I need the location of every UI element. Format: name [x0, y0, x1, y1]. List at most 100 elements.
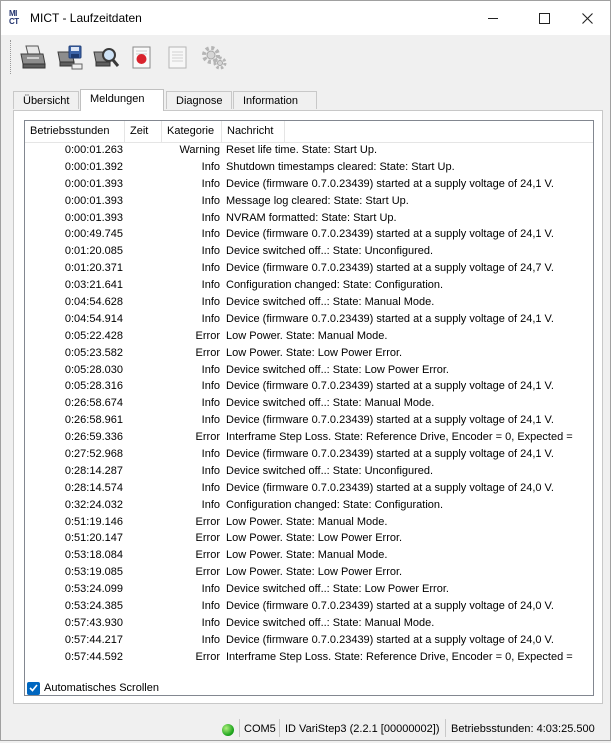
- preview-button[interactable]: [89, 40, 121, 74]
- cell-kategorie: Info: [201, 633, 220, 646]
- cell-kategorie: Info: [201, 194, 220, 207]
- message-list[interactable]: Betriebsstunden Zeit Kategorie Nachricht…: [24, 120, 594, 696]
- status-device-id: ID VariStep3 (2.2.1 [00000002]): [285, 723, 440, 735]
- table-row[interactable]: 0:53:18.084 Error Low Power. State: Manual…: [25, 547, 593, 564]
- cell-betriebsstunden: 0:26:59.336: [64, 431, 123, 444]
- cell-kategorie: Warning: [179, 144, 220, 156]
- table-row[interactable]: 0:00:01.393 Info Device (firmware 0.7.0.23…: [25, 176, 593, 193]
- table-row[interactable]: 0:28:14.287 Info Device switched off..: St…: [25, 463, 593, 480]
- table-row[interactable]: 0:57:44.217 Info Device (firmware 0.7.0.23…: [25, 632, 593, 649]
- table-row[interactable]: 0:51:20.147 Error Low Power. State: Low Po…: [25, 530, 593, 547]
- close-button[interactable]: [564, 1, 610, 35]
- table-row[interactable]: 0:00:01.392 Info Shutdown timestamps clear…: [25, 159, 593, 176]
- maximize-button[interactable]: [521, 1, 567, 35]
- cell-kategorie: Info: [201, 481, 220, 494]
- tab-meldungen[interactable]: Meldungen: [80, 89, 164, 111]
- table-row[interactable]: 0:26:59.336 Error Interframe Step Loss. St…: [25, 429, 593, 446]
- table-row[interactable]: 0:26:58.674 Info Device switched off..: St…: [25, 395, 593, 412]
- table-row[interactable]: 0:57:43.930 Info Device switched off..: St…: [25, 615, 593, 632]
- table-row[interactable]: 0:00:01.263 Warning Reset life time. State…: [25, 142, 593, 159]
- table-row[interactable]: 0:04:54.914 Info Device (firmware 0.7.0.23…: [25, 311, 593, 328]
- cell-kategorie: Error: [195, 566, 220, 579]
- table-row[interactable]: 0:04:54.628 Info Device switched off..: St…: [25, 294, 593, 311]
- status-separator: [279, 719, 280, 737]
- document-icon: [168, 46, 187, 69]
- table-row[interactable]: 0:03:21.641 Info Configuration changed: St…: [25, 277, 593, 294]
- table-row[interactable]: 0:01:20.371 Info Device (firmware 0.7.0.23…: [25, 260, 593, 277]
- cell-betriebsstunden: 0:51:20.147: [64, 532, 123, 545]
- cell-betriebsstunden: 0:53:18.084: [64, 549, 123, 562]
- column-header-zeit[interactable]: Zeit: [125, 121, 162, 142]
- minimize-button[interactable]: [470, 1, 516, 35]
- cell-kategorie: Info: [201, 600, 220, 613]
- checkbox-checked-icon[interactable]: [27, 681, 40, 695]
- app-window: MI CT MICT - Laufzeitdaten Übersicht Mel…: [0, 0, 611, 741]
- table-row[interactable]: 0:32:24.032 Info Configuration changed: St…: [25, 497, 593, 514]
- cell-kategorie: Error: [195, 346, 220, 359]
- tab-uebersicht[interactable]: Übersicht: [13, 91, 79, 109]
- print-button[interactable]: [17, 40, 49, 74]
- cell-nachricht: Device (firmware 0.7.0.23439) started at…: [226, 414, 554, 427]
- cell-betriebsstunden: 0:00:01.393: [64, 177, 123, 190]
- table-row[interactable]: 0:53:24.385 Info Device (firmware 0.7.0.23…: [25, 598, 593, 615]
- cell-betriebsstunden: 0:32:24.032: [64, 498, 123, 511]
- cell-betriebsstunden: 0:53:24.099: [64, 583, 123, 596]
- table-row[interactable]: 0:28:14.574 Info Device (firmware 0.7.0.23…: [25, 480, 593, 497]
- table-row[interactable]: 0:57:44.592 Error Interframe Step Loss. St…: [25, 649, 593, 666]
- cell-betriebsstunden: 0:00:01.393: [64, 211, 123, 224]
- cell-nachricht: Device (firmware 0.7.0.23439) started at…: [226, 633, 554, 646]
- table-row[interactable]: 0:00:49.745 Info Device (firmware 0.7.0.23…: [25, 226, 593, 243]
- cell-betriebsstunden: 0:28:14.574: [64, 481, 123, 494]
- cell-betriebsstunden: 0:57:44.217: [64, 633, 123, 646]
- cell-nachricht: Message log cleared: State: Start Up.: [226, 194, 409, 207]
- status-separator: [239, 719, 240, 737]
- column-header-nachricht[interactable]: Nachricht: [222, 121, 285, 142]
- table-row[interactable]: 0:05:22.428 Error Low Power. State: Manual…: [25, 328, 593, 345]
- cell-betriebsstunden: 0:53:24.385: [64, 600, 123, 613]
- table-row[interactable]: 0:00:01.393 Info Message log cleared: Stat…: [25, 193, 593, 210]
- table-row[interactable]: 0:01:20.085 Info Device switched off..: St…: [25, 243, 593, 260]
- table-row[interactable]: 0:05:28.316 Info Device (firmware 0.7.0.23…: [25, 378, 593, 395]
- cell-nachricht: Device (firmware 0.7.0.23439) started at…: [226, 380, 554, 393]
- cell-betriebsstunden: 0:57:44.592: [64, 650, 123, 663]
- cell-betriebsstunden: 0:01:20.085: [64, 245, 123, 258]
- cell-kategorie: Info: [201, 312, 220, 325]
- table-row[interactable]: 0:00:01.393 Info NVRAM formatted: State: S…: [25, 210, 593, 227]
- cell-kategorie: Error: [195, 329, 220, 342]
- minimize-icon: [488, 17, 498, 19]
- column-header-betriebsstunden[interactable]: Betriebsstunden: [25, 121, 125, 142]
- autoscroll-checkbox[interactable]: Automatisches Scrollen: [27, 681, 159, 695]
- cell-kategorie: Info: [201, 177, 220, 190]
- tab-information[interactable]: Information: [233, 91, 317, 109]
- cell-nachricht: Low Power. State: Manual Mode.: [226, 549, 388, 562]
- cell-betriebsstunden: 0:28:14.287: [64, 464, 123, 477]
- toolbar-grip[interactable]: [10, 40, 13, 74]
- maximize-icon: [538, 12, 550, 24]
- table-row[interactable]: 0:53:19.085 Error Low Power. State: Low Po…: [25, 564, 593, 581]
- cell-kategorie: Info: [201, 363, 220, 376]
- cell-nachricht: NVRAM formatted: State: Start Up.: [226, 211, 397, 224]
- settings-gear-icon: [202, 46, 227, 70]
- table-row[interactable]: 0:05:23.582 Error Low Power. State: Low Po…: [25, 345, 593, 362]
- cell-kategorie: Info: [201, 464, 220, 477]
- table-row[interactable]: 0:05:28.030 Info Device switched off..: St…: [25, 362, 593, 379]
- table-row[interactable]: 0:26:58.961 Info Device (firmware 0.7.0.23…: [25, 412, 593, 429]
- cell-betriebsstunden: 0:53:19.085: [64, 566, 123, 579]
- save-button[interactable]: [53, 40, 85, 74]
- column-header-kategorie[interactable]: Kategorie: [162, 121, 222, 142]
- autoscroll-label: Automatisches Scrollen: [44, 682, 159, 694]
- cell-nachricht: Low Power. State: Low Power Error.: [226, 346, 403, 359]
- cell-betriebsstunden: 0:05:28.030: [64, 363, 123, 376]
- table-row[interactable]: 0:27:52.968 Info Device (firmware 0.7.0.23…: [25, 446, 593, 463]
- table-row[interactable]: 0:53:24.099 Info Device switched off..: St…: [25, 581, 593, 598]
- list-rows: 0:00:01.263 Warning Reset life time. State…: [25, 142, 593, 666]
- document-button[interactable]: [161, 40, 193, 74]
- record-button[interactable]: [125, 40, 157, 74]
- cell-kategorie: Error: [195, 431, 220, 444]
- cell-betriebsstunden: 0:27:52.968: [64, 448, 123, 461]
- table-row[interactable]: 0:51:19.146 Error Low Power. State: Manual…: [25, 514, 593, 531]
- settings-button[interactable]: [197, 40, 229, 74]
- status-operating-hours: Betriebsstunden: 4:03:25.500: [451, 723, 595, 735]
- cell-nachricht: Device (firmware 0.7.0.23439) started at…: [226, 228, 554, 241]
- tab-diagnose[interactable]: Diagnose: [166, 91, 232, 109]
